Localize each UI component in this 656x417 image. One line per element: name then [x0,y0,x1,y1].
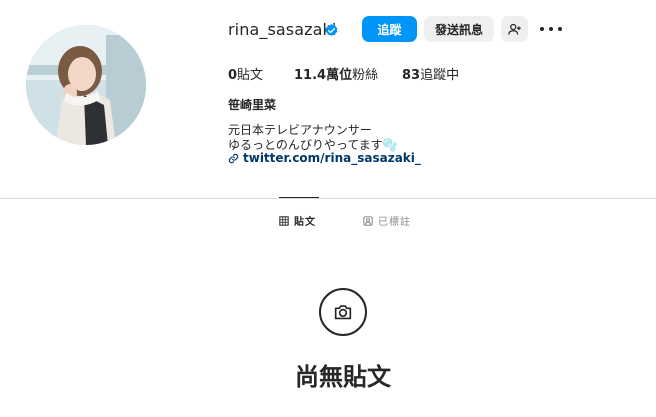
message-button[interactable]: 發送訊息 [424,16,494,42]
following-count[interactable]: 83追蹤中 [402,64,459,83]
tabs-divider [0,198,656,199]
profile-link[interactable]: twitter.com/rina_sasazaki_ [228,151,421,165]
add-person-icon [508,23,521,35]
verified-badge-icon [325,23,338,36]
grid-icon [279,215,289,226]
profile-avatar[interactable] [26,25,146,145]
profile-username: rina_sasazaki [228,20,337,39]
follow-button[interactable]: 追蹤 [362,16,417,42]
tab-tagged-label: 已標註 [378,217,411,228]
followers-count[interactable]: 11.4萬位粉絲 [294,64,378,83]
more-options-icon[interactable] [540,21,562,37]
camera-icon [319,288,367,336]
profile-link-text: twitter.com/rina_sasazaki_ [243,151,421,165]
tab-tagged[interactable]: 已標註 [363,213,411,228]
profile-full-name: 笹崎里菜 [228,98,277,112]
empty-state-title: 尚無貼文 [295,363,391,391]
tab-posts-label: 貼文 [294,217,316,228]
tag-icon [363,215,373,226]
active-tab-indicator [279,197,319,198]
suggested-accounts-button[interactable] [501,16,528,42]
posts-count: 0貼文 [228,68,264,83]
tab-posts[interactable]: 貼文 [279,213,316,228]
link-icon [228,153,239,163]
